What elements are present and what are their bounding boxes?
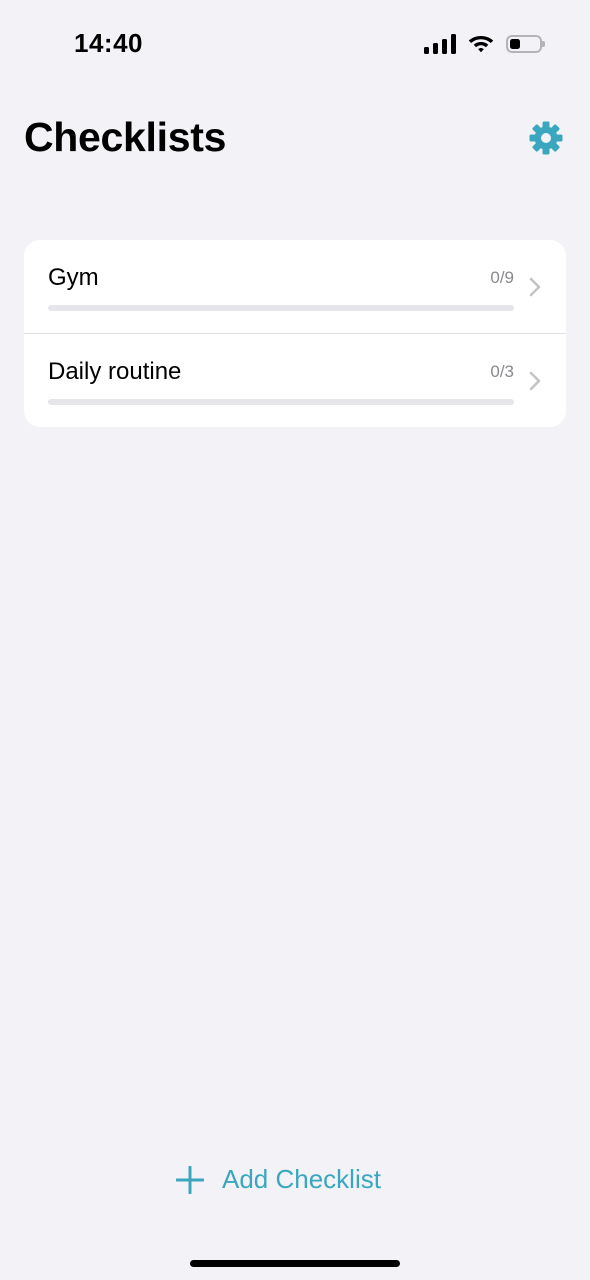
battery-icon (506, 35, 545, 53)
status-bar: 14:40 (0, 0, 590, 88)
cellular-signal-icon (424, 34, 456, 54)
wifi-icon (468, 36, 494, 53)
status-time: 14:40 (74, 28, 143, 58)
checklist-title: Gym (48, 264, 99, 291)
checklist-title: Daily routine (48, 358, 182, 385)
settings-button[interactable] (526, 118, 566, 158)
checklist-progress-bar (48, 399, 514, 405)
checklist-row-gym[interactable]: Gym 0/9 (24, 240, 566, 333)
plus-icon[interactable] (176, 1165, 204, 1194)
checklist-list: Gym 0/9 Daily routine 0/3 (24, 240, 566, 427)
gear-icon[interactable] (528, 120, 564, 156)
chevron-right-icon (529, 277, 541, 297)
home-indicator (190, 1260, 400, 1267)
add-checklist-label[interactable]: Add Checklist (222, 1164, 381, 1195)
checklist-count: 0/3 (490, 362, 514, 381)
checklist-progress-bar (48, 305, 514, 311)
status-icons (424, 30, 545, 58)
add-checklist-button[interactable]: Add Checklist (176, 1164, 381, 1195)
checklist-count: 0/9 (490, 268, 514, 287)
page-title: Checklists (24, 114, 227, 160)
battery-level (510, 39, 520, 49)
checklist-row-daily-routine[interactable]: Daily routine 0/3 (24, 333, 566, 427)
chevron-right-icon (529, 371, 541, 391)
